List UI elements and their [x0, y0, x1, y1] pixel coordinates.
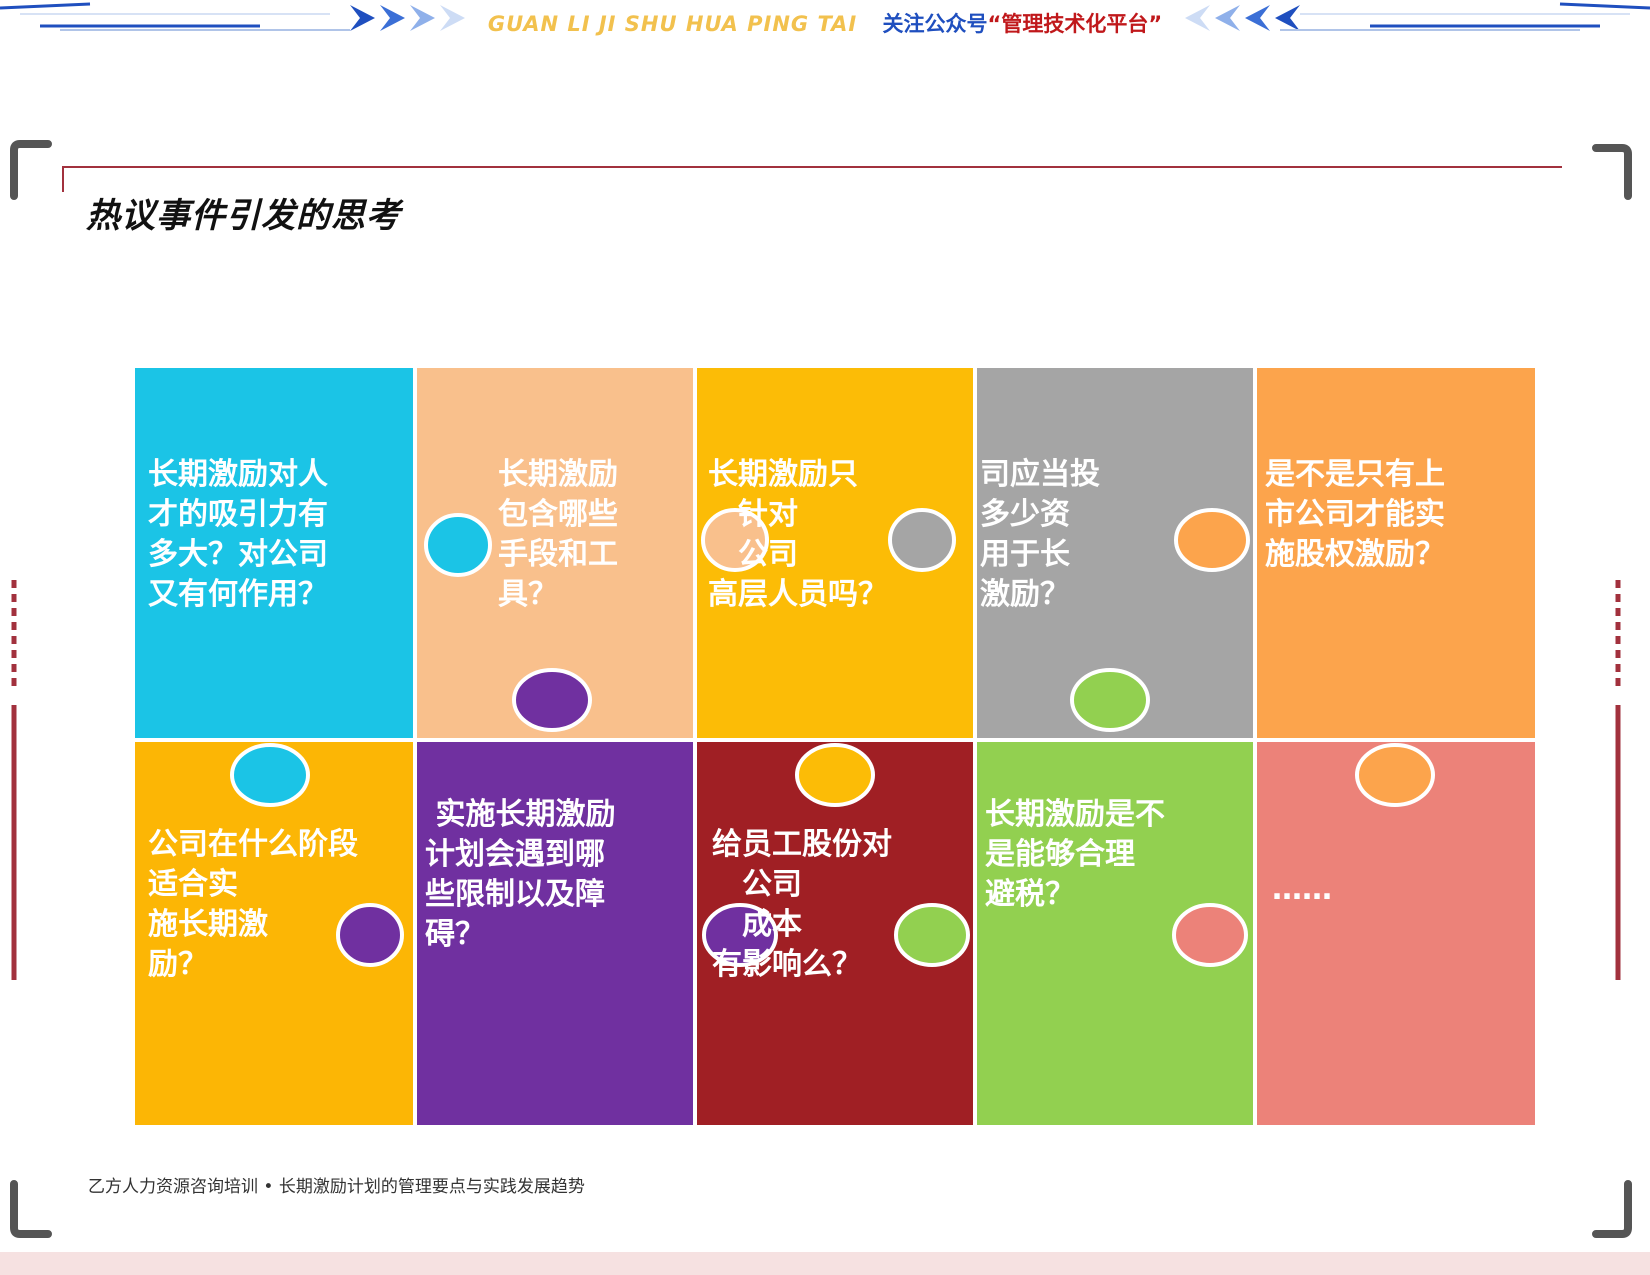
puzzle-piece-text-9: 长期激励是不 是能够合理 避税？ [985, 797, 1165, 912]
puzzle-piece-text-8: 给员工股份对 公司 成本 有影响么？ [712, 827, 892, 982]
puzzle-tab-5 [888, 508, 956, 572]
bottom-band [0, 1252, 1650, 1275]
puzzle-tab-13 [894, 903, 970, 967]
puzzle-piece-text-10: …… [1272, 872, 1332, 907]
puzzle-piece-text-4: 司应当投 多少资 用于长 激励？ [980, 457, 1100, 612]
puzzle-piece-text-3: 长期激励只 针对 公司 高层人员吗？ [708, 457, 888, 612]
puzzle-tab-8 [230, 743, 310, 807]
puzzle-piece-text-7: 实施长期激励 计划会遇到哪 些限制以及障 碍？ [425, 797, 616, 952]
puzzle-tab-2 [512, 668, 592, 732]
puzzle-tab-14 [1172, 903, 1248, 967]
puzzle-piece-text-6: 公司在什么阶段 适合实 施长期激 励？ [148, 827, 358, 982]
puzzle-tab-9 [795, 743, 875, 807]
puzzle-tab-10 [1355, 743, 1435, 807]
puzzle-piece-text-2: 长期激励 包含哪些 手段和工 具？ [498, 457, 618, 612]
footer-text: 乙方人力资源咨询培训 • 长期激励计划的管理要点与实践发展趋势 [88, 1177, 585, 1197]
puzzle-tab-7 [1070, 668, 1150, 732]
puzzle-piece-text-5: 是不是只有上 市公司才能实 施股权激励？ [1265, 457, 1445, 572]
puzzle-tab-1 [424, 513, 492, 577]
puzzle-piece-text-1: 长期激励对人 才的吸引力有 多大？对公司 又有何作用？ [148, 457, 328, 612]
puzzle-tab-6 [1174, 508, 1250, 572]
puzzle-graphic [135, 368, 1535, 1125]
